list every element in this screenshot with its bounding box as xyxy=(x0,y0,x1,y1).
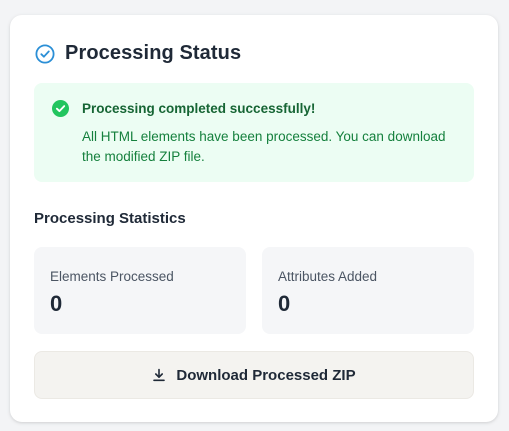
alert-message: All HTML elements have been processed. Y… xyxy=(82,129,446,164)
stat-attributes-added: Attributes Added 0 xyxy=(262,247,474,334)
page-title: Processing Status xyxy=(65,42,242,64)
check-circle-icon xyxy=(35,43,55,64)
stat-value: 0 xyxy=(50,291,63,316)
alert-title: Processing completed successfully! xyxy=(82,101,316,116)
processing-status-card: Processing Status Processing completed s… xyxy=(10,15,498,422)
stat-label: Elements Processed xyxy=(50,269,174,284)
download-zip-button[interactable]: Download Processed ZIP xyxy=(34,351,474,399)
download-button-label: Download Processed ZIP xyxy=(176,366,356,384)
stat-label: Attributes Added xyxy=(278,269,378,284)
stat-elements-processed: Elements Processed 0 xyxy=(34,247,246,334)
download-icon xyxy=(153,368,166,382)
success-check-icon xyxy=(52,100,69,117)
success-alert: Processing completed successfully! All H… xyxy=(34,83,474,182)
stat-value: 0 xyxy=(278,291,291,316)
card-header: Processing Status xyxy=(35,42,241,65)
statistics-heading: Processing Statistics xyxy=(34,210,186,227)
